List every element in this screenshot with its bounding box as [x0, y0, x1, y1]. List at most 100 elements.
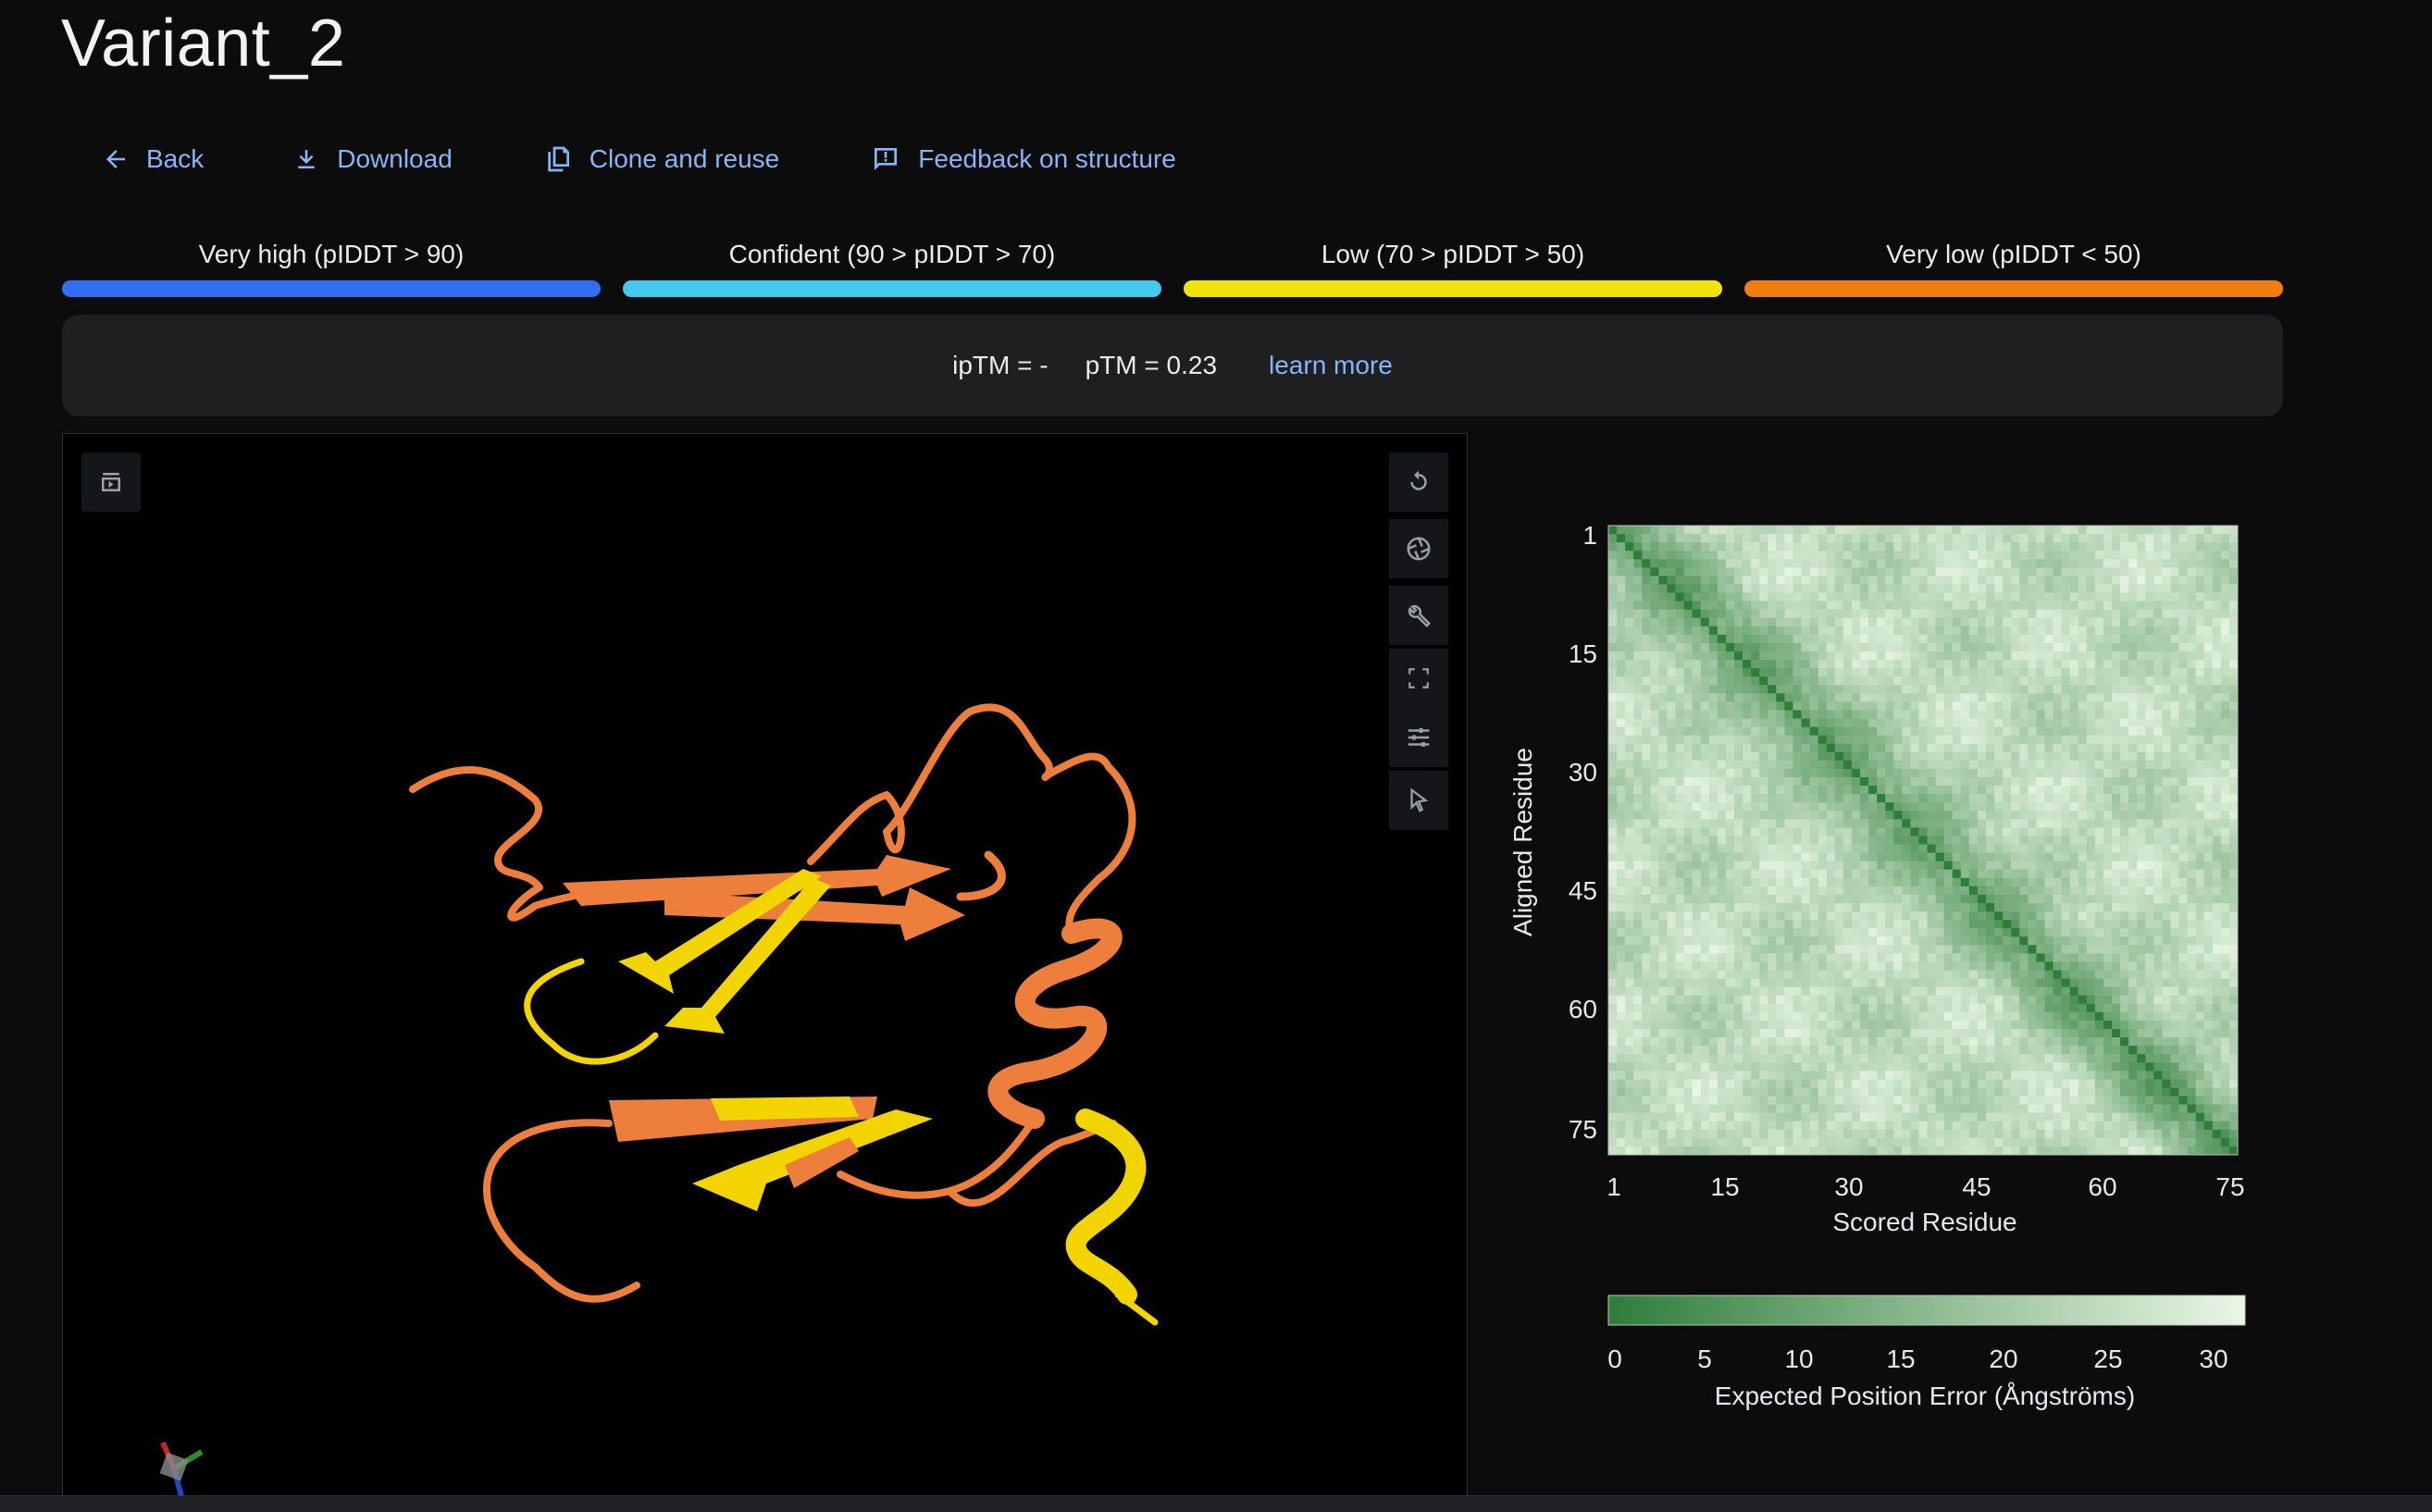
heatmap-cell: [2036, 567, 2045, 576]
heatmap-cell: [1994, 584, 2004, 594]
heatmap-cell: [1968, 551, 1979, 560]
heatmap-cell: [2061, 651, 2071, 661]
heatmap-cell: [1994, 642, 2004, 652]
heatmap-cell: [2145, 768, 2154, 778]
heatmap-cell: [2162, 526, 2171, 535]
heatmap-cell: [1877, 726, 1886, 737]
heatmap-cell: [2044, 751, 2054, 762]
heatmap-cell: [2044, 802, 2054, 812]
heatmap-cell: [1910, 1029, 1919, 1038]
heatmap-cell: [2112, 844, 2121, 854]
heatmap-cell: [1860, 794, 1869, 803]
heatmap-cell: [1877, 651, 1886, 661]
heatmap-cell: [2003, 768, 2012, 778]
heatmap-cell: [1927, 735, 1937, 745]
heatmap-cell: [2153, 760, 2163, 770]
heatmap-cell: [1751, 726, 1760, 737]
heatmap-cell: [2078, 584, 2088, 594]
heatmap-cell: [1960, 869, 1970, 879]
heatmap-cell: [2019, 802, 2029, 812]
heatmap-cell: [2112, 953, 2121, 962]
heatmap-cell: [1977, 1037, 1987, 1047]
heatmap-cell: [1952, 819, 1962, 828]
heatmap-cell: [2086, 668, 2096, 677]
back-button[interactable]: Back: [102, 143, 204, 175]
heatmap-cell: [2053, 592, 2063, 602]
heatmap-cell: [1633, 970, 1643, 980]
heatmap-cell: [1617, 844, 1626, 854]
heatmap-cell: [2203, 760, 2214, 770]
heatmap-cell: [2069, 567, 2079, 576]
heatmap-cell: [2162, 986, 2171, 997]
heatmap-cell: [2053, 735, 2063, 745]
heatmap-cell: [1885, 576, 1894, 585]
heatmap-cell: [2212, 794, 2222, 803]
heatmap-cell: [2145, 735, 2154, 745]
heatmap-cell: [2195, 961, 2205, 972]
heatmap-cell: [1617, 567, 1626, 576]
heatmap-cell: [1877, 836, 1886, 846]
heatmap-cell: [1826, 819, 1836, 828]
heatmap-cell: [1743, 1071, 1752, 1080]
heatmap-cell: [1960, 978, 1970, 988]
heatmap-cell: [1642, 551, 1651, 560]
heatmap-cell: [2195, 660, 2205, 669]
heatmap-cell: [2203, 668, 2214, 677]
heatmap-cell: [2145, 534, 2154, 543]
heatmap-cell: [2044, 693, 2054, 702]
heatmap-cell: [1784, 651, 1793, 661]
heatmap-cell: [1893, 811, 1903, 820]
heatmap-cell: [2044, 886, 2054, 896]
heatmap-cell: [2128, 634, 2138, 644]
heatmap-cell: [1935, 542, 1945, 552]
heatmap-cell: [1960, 693, 1970, 702]
heatmap-cell: [1952, 928, 1962, 937]
heatmap-cell: [1918, 751, 1929, 762]
heatmap-cell: [1675, 794, 1685, 803]
heatmap-cell: [2028, 978, 2037, 988]
heatmap-cell: [1608, 609, 1618, 619]
heatmap-cell: [1851, 995, 1861, 1005]
heatmap-cell: [2036, 877, 2045, 887]
heatmap-cell: [1868, 651, 1878, 661]
heatmap-cell: [1885, 542, 1894, 552]
heatmap-cell: [1960, 1020, 1970, 1030]
heatmap-cell: [1658, 768, 1668, 778]
heatmap-cell: [2019, 953, 2029, 962]
feedback-button[interactable]: Feedback on structure: [870, 143, 1176, 175]
heatmap-cell: [2044, 576, 2054, 585]
heatmap-cell: [1717, 978, 1727, 988]
heatmap-cell: [2195, 685, 2205, 694]
heatmap-cell: [1860, 869, 1869, 879]
heatmap-cell: [1893, 668, 1903, 677]
heatmap-cell: [1725, 844, 1735, 854]
heatmap-cell: [1633, 877, 1643, 887]
heatmap-cell: [2069, 869, 2079, 879]
heatmap-cell: [2120, 786, 2129, 795]
heatmap-cell: [1759, 642, 1768, 652]
download-button[interactable]: Download: [292, 143, 453, 175]
heatmap-cell: [2170, 551, 2180, 560]
learn-more-link[interactable]: learn more: [1269, 351, 1393, 380]
clone-and-reuse-button[interactable]: Clone and reuse: [543, 143, 779, 175]
heatmap-cell: [1868, 794, 1878, 803]
heatmap-cell: [1734, 676, 1743, 686]
axis-gizmo: [159, 1441, 204, 1497]
heatmap-cell: [1994, 928, 2004, 937]
heatmap-cell: [2028, 609, 2037, 619]
heatmap-cell: [1642, 995, 1651, 1005]
heatmap-cell: [2053, 609, 2063, 619]
heatmap-cell: [1860, 542, 1869, 552]
heatmap-cell: [2187, 685, 2197, 694]
heatmap-cell: [2028, 768, 2037, 778]
legend-bar-confident: [623, 280, 1161, 297]
heatmap-cell: [1943, 626, 1954, 636]
heatmap-cell: [1708, 945, 1719, 954]
structure-viewer[interactable]: [62, 433, 1468, 1512]
heatmap-cell: [1851, 894, 1861, 904]
heatmap-cell: [1625, 819, 1634, 828]
heatmap-cell: [1700, 953, 1710, 962]
heatmap-cell: [2028, 777, 2037, 787]
heatmap-cell: [1868, 978, 1878, 988]
heatmap-cell: [1642, 827, 1651, 837]
